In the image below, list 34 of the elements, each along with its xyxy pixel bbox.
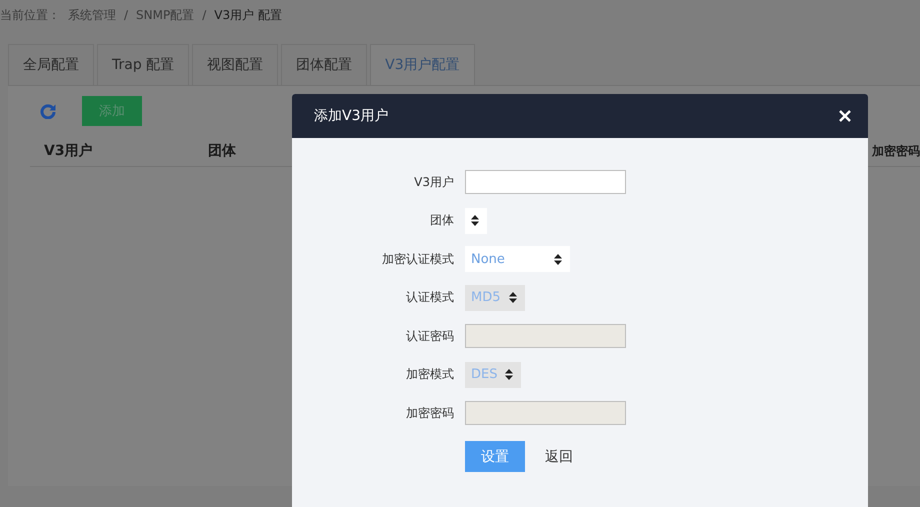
field-label: 加密密码 xyxy=(405,404,455,422)
sort-icon xyxy=(508,292,516,303)
back-link[interactable]: 返回 xyxy=(545,448,573,466)
field-label: 加密认证模式 xyxy=(381,250,455,268)
tab[interactable]: Trap 配置 xyxy=(97,44,190,85)
column-header: 加密密码 xyxy=(872,142,920,160)
select-field[interactable]: None xyxy=(465,246,570,272)
field-label: V3用户 xyxy=(413,174,455,190)
breadcrumb-item[interactable]: V3用户 配置 xyxy=(214,6,282,24)
tab[interactable]: 全局配置 xyxy=(8,44,94,85)
dialog-title: 添加V3用户 xyxy=(314,107,388,125)
sort-icon xyxy=(471,215,479,226)
breadcrumb-label: 当前位置： xyxy=(0,6,60,24)
column-header: V3用户 xyxy=(43,142,94,160)
select-field[interactable] xyxy=(465,208,487,234)
field-label: 认证模式 xyxy=(405,289,455,306)
breadcrumb-separator: / xyxy=(124,8,128,22)
field-label: 认证密码 xyxy=(405,328,455,344)
add-button[interactable]: 添加 xyxy=(82,96,142,126)
breadcrumb-item[interactable]: 系统管理 xyxy=(68,6,116,24)
input-field[interactable] xyxy=(465,170,626,194)
breadcrumb-separator: / xyxy=(202,8,206,22)
field-label: 加密模式 xyxy=(405,366,455,383)
tab[interactable]: V3用户配置 xyxy=(370,44,475,85)
tab[interactable]: 团体配置 xyxy=(281,44,368,85)
submit-button[interactable]: 设置 xyxy=(465,441,525,472)
field-label: 团体 xyxy=(429,212,455,229)
refresh-icon[interactable] xyxy=(40,103,56,119)
tab[interactable]: 视图配置 xyxy=(192,44,278,85)
column-header: 团体 xyxy=(207,142,237,160)
breadcrumb-item[interactable]: SNMP配置 xyxy=(136,6,194,24)
close-icon[interactable] xyxy=(838,109,852,123)
sort-icon xyxy=(554,254,562,264)
sort-icon xyxy=(505,369,514,380)
